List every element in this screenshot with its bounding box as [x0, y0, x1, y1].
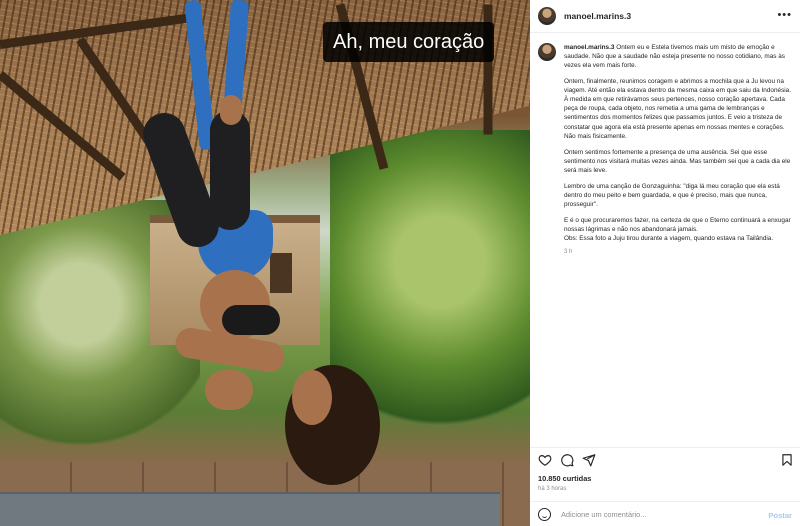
caption-paragraph: manoel.marins.3 Ontem eu e Estela tivemo…	[564, 43, 792, 70]
share-icon[interactable]	[582, 453, 596, 467]
comment-input[interactable]	[561, 509, 741, 519]
post-header: manoel.marins.3 •••	[530, 0, 800, 33]
person-face	[292, 370, 332, 425]
text-sticker: Ah, meu coração	[323, 22, 495, 62]
emoji-icon[interactable]	[538, 507, 551, 521]
avatar[interactable]	[538, 7, 556, 25]
comment-icon[interactable]	[560, 453, 574, 467]
caption-time[interactable]: 3 h	[564, 248, 792, 257]
header-username[interactable]: manoel.marins.3	[564, 11, 631, 21]
action-bar	[530, 447, 800, 469]
post-photo[interactable]: Ah, meu coração	[0, 0, 530, 526]
caption-paragraph: Ontem, finalmente, reunimos coragem e ab…	[564, 78, 792, 140]
person-hand	[205, 370, 253, 410]
caption-username[interactable]: manoel.marins.3	[564, 44, 614, 51]
post-side-panel: manoel.marins.3 ••• manoel.marins.3 Onte…	[530, 0, 800, 526]
person-top	[222, 305, 280, 335]
caption-paragraph: Lembro de uma canção de Gonzaguinha: "di…	[564, 182, 780, 208]
heart-icon[interactable]	[538, 453, 552, 467]
person-leg	[210, 110, 250, 230]
caption-text: manoel.marins.3 Ontem eu e Estela tivemo…	[564, 43, 792, 313]
caption-paragraph: E é o que procuraremos fazer, na certeza…	[564, 216, 791, 242]
posted-time[interactable]: há 3 horas	[538, 486, 566, 492]
bookmark-icon[interactable]	[780, 453, 794, 467]
person-foot	[220, 95, 242, 125]
more-horizontal-icon[interactable]: •••	[777, 9, 792, 21]
likes-count[interactable]: 10.850 curtidas	[538, 474, 591, 483]
caption-avatar[interactable]	[538, 43, 556, 61]
post-comment-button[interactable]: Postar	[768, 511, 792, 520]
yoga-mat	[0, 492, 500, 526]
caption-paragraph: Ontem sentimos fortemente a presença de …	[564, 148, 791, 174]
caption-block: manoel.marins.3 Ontem eu e Estela tivemo…	[530, 33, 800, 313]
comment-bar: Postar	[530, 501, 800, 526]
